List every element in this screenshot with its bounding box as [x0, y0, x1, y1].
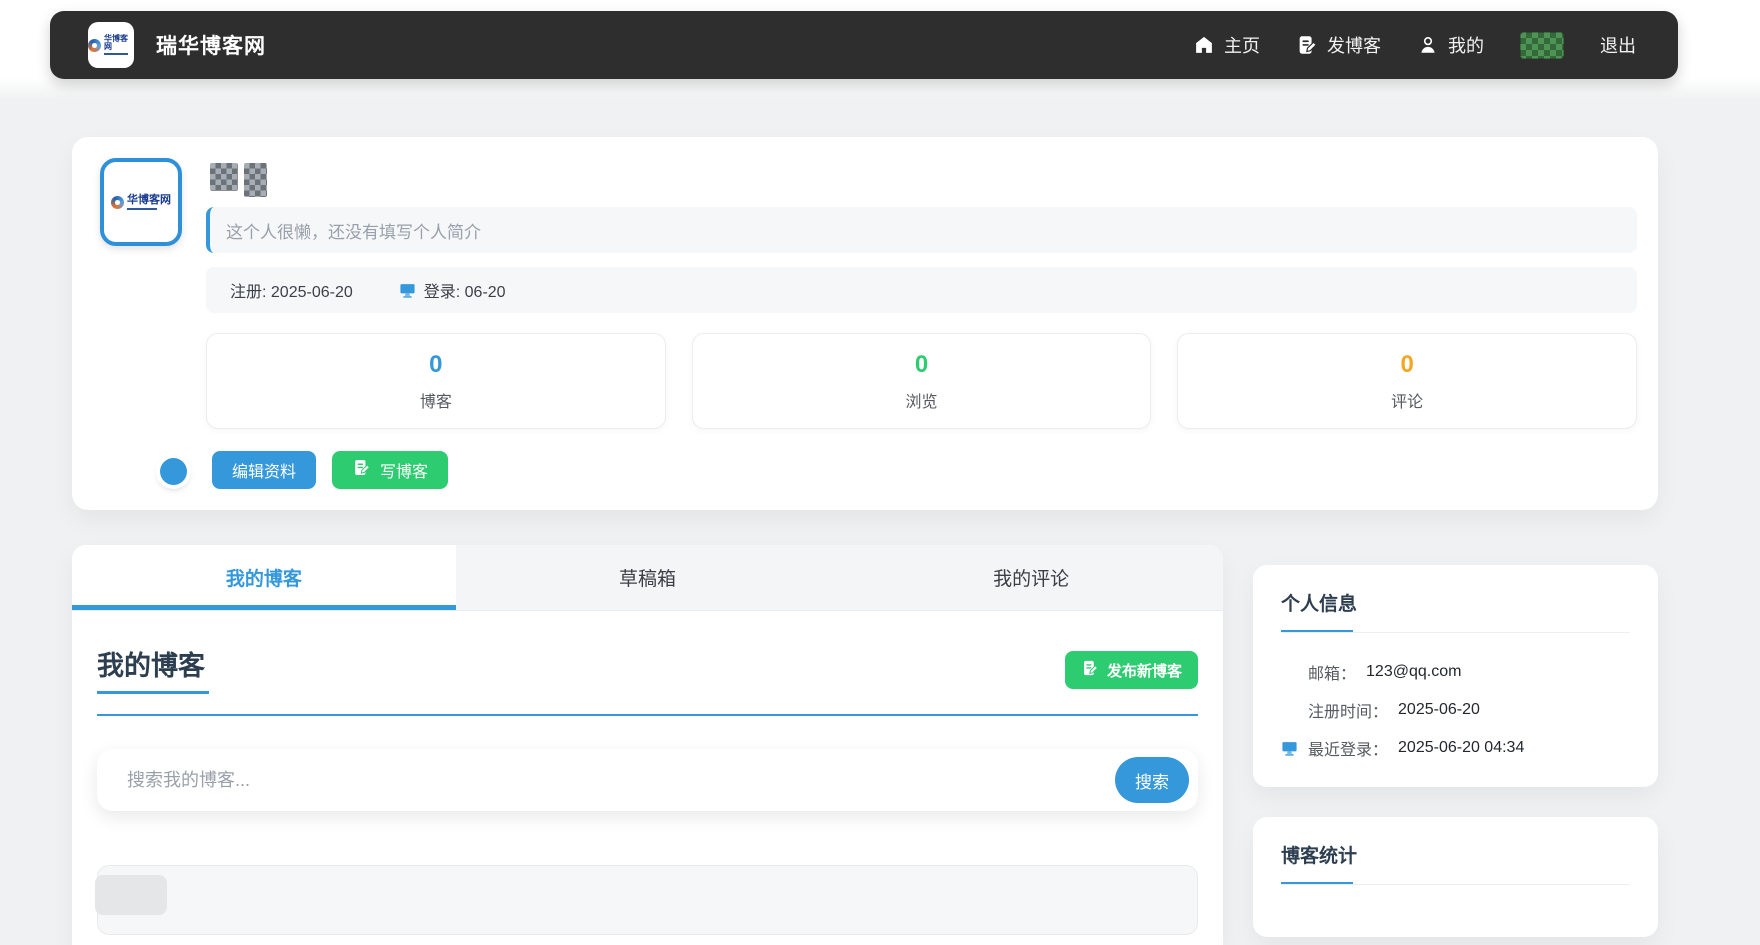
- tab-content: 我的博客 发布新博客 搜索: [72, 611, 1223, 935]
- section-title-block: 我的博客: [97, 651, 209, 694]
- section-header: 我的博客 发布新博客: [97, 651, 1198, 694]
- write-blog-label: 写博客: [380, 458, 428, 482]
- info-row-email: 邮箱： 123@qq.com: [1281, 653, 1630, 691]
- stat-views[interactable]: 0 浏览: [692, 333, 1152, 429]
- tab-drafts[interactable]: 草稿箱: [456, 545, 840, 610]
- tab-my-comments[interactable]: 我的评论: [839, 545, 1223, 610]
- nav-home[interactable]: 主页: [1193, 32, 1260, 58]
- page: { "brand": { "title": "瑞华博客网" }, "nav": …: [0, 0, 1760, 889]
- nav-home-label: 主页: [1224, 32, 1260, 58]
- username-censored: [210, 163, 1637, 191]
- blog-stats-card: 博客统计: [1253, 817, 1658, 937]
- main-card: 我的博客 草稿箱 我的评论 我的博客: [72, 545, 1223, 945]
- nav-post-label: 发博客: [1327, 32, 1381, 58]
- tab-my-blogs-label: 我的博客: [226, 564, 302, 591]
- logo-swirl-icon: [88, 39, 101, 52]
- edit-doc-icon: [1296, 34, 1318, 56]
- search-button[interactable]: 搜索: [1115, 757, 1189, 803]
- card-divider: [1281, 882, 1630, 885]
- avatar[interactable]: 华博客网: [100, 158, 182, 246]
- personal-info-list: 邮箱： 123@qq.com 注册时间： 2025-06-20 最近登录： 20…: [1281, 653, 1630, 767]
- publish-new-blog-button[interactable]: 发布新博客: [1065, 651, 1198, 689]
- blog-stats-title: 博客统计: [1281, 841, 1630, 868]
- last-login-value: 2025-06-20 04:34: [1398, 739, 1524, 757]
- site-logo[interactable]: 华博客网: [88, 22, 134, 68]
- edit-profile-button[interactable]: 编辑资料: [212, 451, 316, 489]
- personal-info-card: 个人信息 邮箱： 123@qq.com 注册时间： 2025-06-20 最近登…: [1253, 565, 1658, 787]
- search-input[interactable]: [127, 770, 1115, 791]
- info-row-register-time: 注册时间： 2025-06-20: [1281, 691, 1630, 729]
- personal-info-title: 个人信息: [1281, 589, 1630, 616]
- email-label: 邮箱：: [1308, 660, 1356, 684]
- nav-post-blog[interactable]: 发博客: [1296, 32, 1381, 58]
- edit-doc-icon: [1081, 659, 1099, 681]
- edit-doc-icon: [352, 458, 371, 482]
- stat-comments-value: 0: [1401, 351, 1414, 379]
- section-title: 我的博客: [97, 651, 209, 682]
- partial-list-item: [95, 875, 167, 915]
- bio-box: 这个人很懒，还没有填写个人简介: [206, 207, 1637, 253]
- stat-views-value: 0: [915, 351, 928, 379]
- publish-new-blog-label: 发布新博客: [1107, 660, 1182, 681]
- card-divider: [1281, 630, 1630, 633]
- logo-mini-text: 华博客网: [104, 35, 134, 55]
- profile-details: 这个人很懒，还没有填写个人简介 注册: 2025-06-20 登录: 06-20…: [206, 155, 1637, 489]
- stat-views-label: 浏览: [906, 388, 938, 412]
- tab-strip: 我的博客 草稿箱 我的评论: [72, 545, 1223, 611]
- profile-actions: 编辑资料 写博客: [212, 451, 1637, 489]
- status-dot[interactable]: [160, 458, 187, 485]
- person-icon: [1417, 34, 1439, 56]
- last-login-text: 登录: 06-20: [424, 278, 506, 302]
- nav-mine[interactable]: 我的: [1417, 32, 1484, 58]
- profile-card: 华博客网 这个人很懒，还没有填写个人简介 注册: 2025-06-20 登录: …: [72, 137, 1658, 510]
- monitor-icon: [399, 282, 416, 299]
- search-bar: 搜索: [97, 749, 1198, 811]
- monitor-icon: [1281, 740, 1308, 757]
- write-blog-button[interactable]: 写博客: [332, 451, 448, 489]
- nav-menu: 主页 发博客 我的 退出: [1193, 32, 1636, 59]
- stat-comments-label: 评论: [1391, 388, 1423, 412]
- tab-my-blogs[interactable]: 我的博客: [72, 545, 456, 610]
- avatar-logo-text: 华博客网: [127, 195, 171, 210]
- stat-blogs-value: 0: [429, 351, 442, 379]
- email-value: 123@qq.com: [1366, 663, 1461, 681]
- edit-profile-label: 编辑资料: [232, 458, 296, 482]
- avatar-logo-swirl-icon: [111, 196, 124, 209]
- blog-list-placeholder: [97, 865, 1198, 935]
- navbar: 华博客网 瑞华博客网 主页 发博客: [50, 11, 1678, 79]
- section-divider: [97, 714, 1198, 716]
- home-icon: [1193, 34, 1215, 56]
- title-underline: [97, 691, 209, 694]
- tab-my-comments-label: 我的评论: [993, 564, 1069, 591]
- register-time-label: 注册时间：: [1308, 698, 1388, 722]
- profile-stats: 0 博客 0 浏览 0 评论: [206, 333, 1637, 429]
- bio-text: 这个人很懒，还没有填写个人简介: [226, 218, 481, 243]
- profile-meta: 注册: 2025-06-20 登录: 06-20: [206, 267, 1637, 313]
- stat-comments[interactable]: 0 评论: [1177, 333, 1637, 429]
- stat-blogs[interactable]: 0 博客: [206, 333, 666, 429]
- nav-logout-label: 退出: [1600, 32, 1636, 58]
- registered-date: 注册: 2025-06-20: [230, 278, 353, 302]
- site-title: 瑞华博客网: [156, 30, 266, 60]
- username-censored-badge[interactable]: [1520, 32, 1564, 59]
- register-time-value: 2025-06-20: [1398, 701, 1480, 719]
- last-login-label: 最近登录：: [1308, 736, 1388, 760]
- last-login: 登录: 06-20: [399, 278, 506, 302]
- stat-blogs-label: 博客: [420, 388, 452, 412]
- tab-drafts-label: 草稿箱: [619, 564, 676, 591]
- nav-mine-label: 我的: [1448, 32, 1484, 58]
- info-row-last-login: 最近登录： 2025-06-20 04:34: [1281, 729, 1630, 767]
- nav-logout[interactable]: 退出: [1600, 32, 1636, 58]
